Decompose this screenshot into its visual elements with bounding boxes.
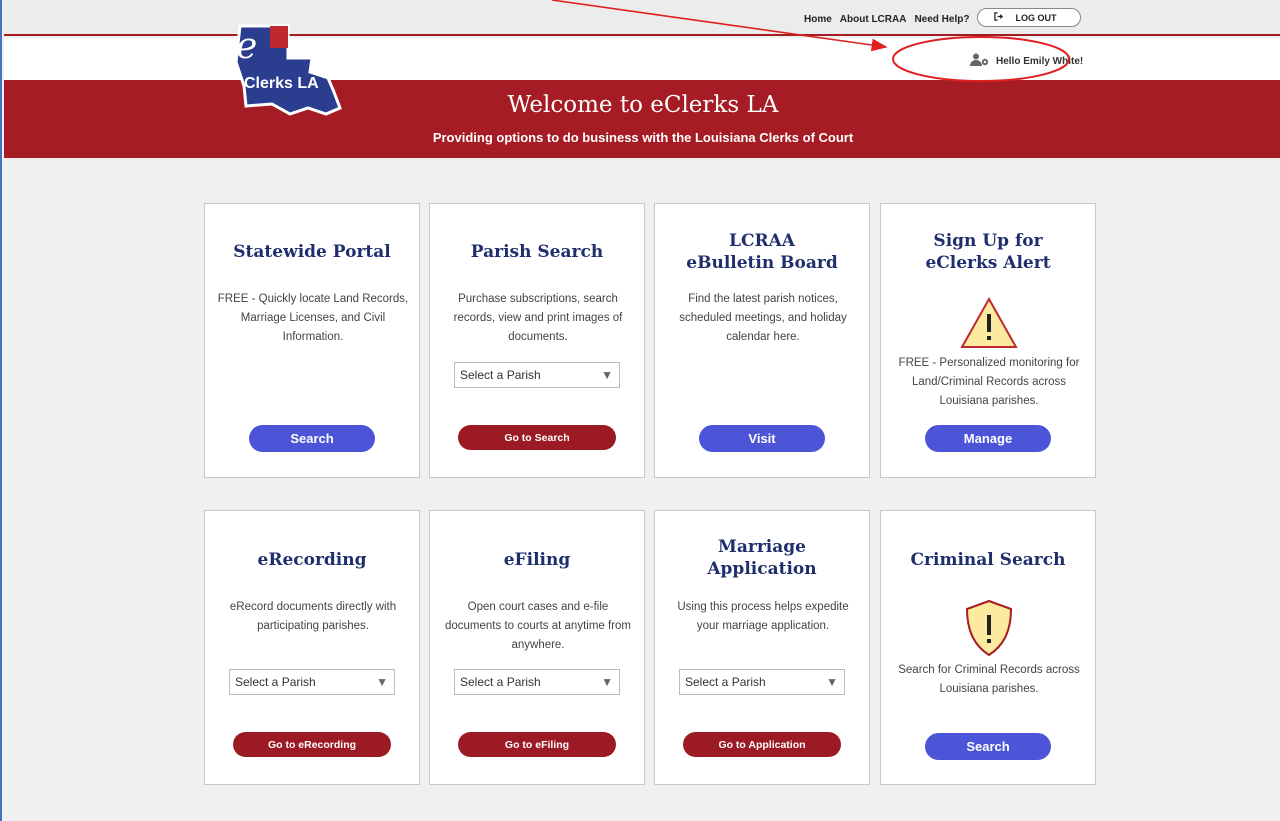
parish-select-value: Select a Parish [460, 368, 541, 382]
card-title-line2: eClerks Alert [925, 253, 1051, 273]
card-title: eRecording [257, 550, 367, 570]
parish-select[interactable]: Select a Parish ▼ [679, 669, 845, 695]
hero-title: Welcome to eClerks LA [507, 92, 779, 118]
logout-label: LOG OUT [1015, 12, 1057, 23]
parish-select[interactable]: Select a Parish ▼ [454, 362, 620, 388]
manage-button[interactable]: Manage [925, 425, 1051, 452]
card-criminal-search: Criminal Search Search for Criminal Reco… [880, 510, 1096, 785]
card-description: FREE - Personalized monitoring for Land/… [898, 357, 1080, 407]
eclerks-logo[interactable]: e Clerks LA [230, 22, 342, 122]
go-to-erecording-button[interactable]: Go to eRecording [233, 732, 391, 757]
statewide-search-button[interactable]: Search [249, 425, 375, 452]
card-statewide-portal: Statewide Portal FREE - Quickly locate L… [204, 203, 420, 478]
dropdown-arrow-icon: ▼ [826, 675, 838, 689]
parish-select-value: Select a Parish [235, 675, 316, 689]
card-title-line2: Application [707, 559, 817, 579]
hero-subtitle: Providing options to do business with th… [432, 130, 854, 145]
card-description: Search for Criminal Records across Louis… [898, 664, 1080, 695]
card-description: Using this process helps expedite your m… [677, 601, 849, 632]
warning-shield-icon [963, 598, 1015, 662]
criminal-search-button[interactable]: Search [925, 733, 1051, 760]
go-to-application-button[interactable]: Go to Application [683, 732, 841, 757]
warning-triangle-icon [959, 296, 1019, 354]
card-title: eFiling [503, 550, 571, 570]
nav-help-link[interactable]: Need Help? [914, 14, 969, 25]
user-menu[interactable]: Hello Emily White! [970, 53, 1083, 69]
card-title-line1: LCRAA [729, 231, 795, 251]
logout-button[interactable]: LOG OUT [977, 8, 1082, 27]
parish-select[interactable]: Select a Parish ▼ [229, 669, 395, 695]
card-parish-search: Parish Search Purchase subscriptions, se… [429, 203, 645, 478]
card-title: Criminal Search [910, 550, 1066, 570]
card-efiling: eFiling Open court cases and e-file docu… [429, 510, 645, 785]
parish-select[interactable]: Select a Parish ▼ [454, 669, 620, 695]
parish-select-value: Select a Parish [685, 675, 766, 689]
card-title-line1: Marriage [718, 537, 806, 557]
card-title: Marriage Application [655, 536, 869, 580]
user-settings-icon [970, 53, 990, 69]
card-title: Sign Up for eClerks Alert [881, 230, 1095, 274]
logout-icon [994, 12, 1004, 23]
card-title: LCRAA eBulletin Board [655, 230, 869, 274]
card-marriage-application: Marriage Application Using this process … [654, 510, 870, 785]
hero-banner: Welcome to eClerks LA Providing options … [4, 80, 1280, 158]
card-title: Parish Search [470, 242, 604, 262]
card-title-line1: Sign Up for [933, 231, 1043, 251]
card-description: Purchase subscriptions, search records, … [453, 293, 623, 343]
card-description: Find the latest parish notices, schedule… [679, 293, 847, 343]
dropdown-arrow-icon: ▼ [376, 675, 388, 689]
user-greeting: Hello Emily White! [996, 55, 1084, 67]
visit-button[interactable]: Visit [699, 425, 825, 452]
utility-bar: Home About LCRAA Need Help? LOG OUT [4, 0, 1280, 36]
card-title: Statewide Portal [233, 242, 391, 262]
dropdown-arrow-icon: ▼ [601, 675, 613, 689]
card-eclerks-alert: Sign Up for eClerks Alert FREE - Persona… [880, 203, 1096, 478]
card-title-line2: eBulletin Board [686, 253, 838, 273]
page: Home About LCRAA Need Help? LOG OUT Hell… [0, 0, 1280, 821]
nav-home-link[interactable]: Home [804, 14, 832, 25]
dropdown-arrow-icon: ▼ [601, 368, 613, 382]
go-to-efiling-button[interactable]: Go to eFiling [458, 732, 616, 757]
go-to-search-button[interactable]: Go to Search [458, 425, 616, 450]
card-erecording: eRecording eRecord documents directly wi… [204, 510, 420, 785]
card-ebulletin-board: LCRAA eBulletin Board Find the latest pa… [654, 203, 870, 478]
logo-letter: e [236, 26, 257, 67]
parish-select-value: Select a Parish [460, 675, 541, 689]
greeting-bar: Hello Emily White! [4, 38, 1280, 80]
logo-text: Clerks LA [244, 75, 319, 92]
top-navigation: Home About LCRAA Need Help? LOG OUT [804, 8, 1082, 27]
card-description: Open court cases and e-file documents to… [445, 601, 631, 651]
nav-about-link[interactable]: About LCRAA [840, 14, 907, 25]
card-description: FREE - Quickly locate Land Records, Marr… [217, 293, 409, 343]
card-description: eRecord documents directly with particip… [229, 601, 397, 632]
